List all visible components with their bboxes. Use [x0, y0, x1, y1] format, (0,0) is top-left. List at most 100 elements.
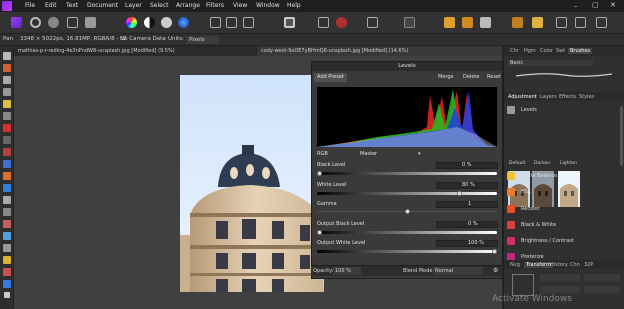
align-icon[interactable] [404, 17, 415, 28]
tab-swatches[interactable]: Swt [556, 48, 565, 54]
units-select[interactable]: Pixels [186, 36, 219, 44]
black-level-slider[interactable] [317, 172, 497, 175]
shape-tool-icon[interactable] [3, 268, 11, 276]
menu-arrange[interactable]: Arrange [176, 2, 200, 9]
gamma-knob[interactable] [405, 209, 410, 214]
output-white-slider[interactable] [317, 250, 497, 253]
gear-icon[interactable]: ⚙ [493, 267, 498, 274]
contrast-icon[interactable] [144, 17, 155, 28]
crop-tool-icon[interactable] [3, 76, 11, 84]
brush-options-icon[interactable] [336, 17, 347, 28]
tab-32p[interactable]: 32P [584, 262, 593, 268]
pen-tool-icon[interactable] [3, 256, 11, 264]
group-icon[interactable] [512, 17, 523, 28]
photo-persona-icon[interactable] [11, 17, 22, 28]
maximize-icon[interactable]: ▢ [592, 1, 599, 9]
tab-effects[interactable]: Effects [559, 94, 576, 100]
transform-icon[interactable] [243, 17, 254, 28]
tab-character[interactable]: Chr [510, 48, 519, 54]
chevron-down-icon[interactable]: ▾ [418, 151, 421, 157]
merge-button[interactable]: Merge [435, 73, 457, 82]
output-black-knob[interactable] [317, 230, 322, 235]
adjustment-white-balance[interactable]: White Balance [507, 168, 619, 184]
assistant-icon[interactable] [556, 17, 567, 28]
grid-icon[interactable] [210, 17, 221, 28]
adjustment-scrollbar[interactable] [620, 106, 623, 166]
settings-icon[interactable] [596, 17, 607, 28]
dodge-brush-icon[interactable] [3, 184, 11, 192]
auto-colors-icon[interactable] [178, 17, 189, 28]
black-level-knob[interactable] [317, 171, 322, 176]
tab-navigator[interactable]: Nvg [510, 262, 520, 268]
red-eye-tool-icon[interactable] [3, 244, 11, 252]
rectangle-tool-icon[interactable] [3, 280, 11, 288]
brush-category-select[interactable]: Basic [508, 60, 594, 66]
develop-persona-icon[interactable] [48, 17, 59, 28]
menu-filters[interactable]: Filters [206, 2, 224, 9]
menu-layer[interactable]: Layer [125, 2, 142, 9]
view-mode-icon[interactable] [575, 17, 586, 28]
output-black-field[interactable] [436, 221, 498, 228]
menu-file[interactable]: File [25, 2, 35, 9]
adjustment-brightness-contrast[interactable]: Brightness / Contrast [507, 233, 619, 249]
menu-document[interactable]: Document [87, 2, 118, 9]
ungroup-icon[interactable] [532, 17, 543, 28]
tab-document-2[interactable]: cody-west-9xOE7yBHmQ8-unsplash.jpg [Modi… [257, 46, 502, 56]
adjustment-recolor[interactable]: Recolor [507, 201, 619, 217]
liquify-persona-icon[interactable] [30, 17, 41, 28]
boolean-icon[interactable] [480, 17, 491, 28]
selection-mode-icon[interactable] [226, 17, 237, 28]
white-level-slider[interactable] [317, 192, 497, 195]
tab-color[interactable]: Color [540, 48, 553, 54]
inpainting-brush-icon[interactable] [3, 232, 11, 240]
selection-brush-icon[interactable] [3, 88, 11, 96]
snapping-icon[interactable] [367, 17, 378, 28]
opacity-field[interactable]: 100 % [333, 267, 361, 275]
clone-brush-icon[interactable] [3, 196, 11, 204]
flood-fill-icon[interactable] [3, 136, 11, 144]
tab-styles[interactable]: Styles [579, 94, 594, 100]
erase-brush-icon[interactable] [3, 172, 11, 180]
auto-levels-icon[interactable] [161, 17, 172, 28]
adjustment-black-white[interactable]: Black & White [507, 217, 619, 233]
menu-select[interactable]: Select [150, 2, 169, 9]
tab-brushes[interactable]: Brushes [568, 48, 593, 54]
export-persona-icon[interactable] [85, 17, 96, 28]
color-space-select[interactable]: RGB [317, 151, 328, 157]
view-tool-icon[interactable] [3, 52, 11, 60]
channel-select[interactable]: Master [360, 151, 387, 157]
transform-y-field[interactable] [584, 274, 620, 281]
tab-layers[interactable]: Layers [540, 94, 557, 100]
freehand-select-icon[interactable] [3, 124, 11, 132]
color-wheel-icon[interactable] [126, 17, 137, 28]
menu-help[interactable]: Help [287, 2, 301, 9]
transform-w-field[interactable] [540, 286, 580, 293]
tab-histogram[interactable]: Hgm [524, 48, 536, 54]
menu-text[interactable]: Text [66, 2, 78, 9]
paint-brush-icon[interactable] [3, 148, 11, 156]
delete-button[interactable]: Delete [460, 73, 482, 82]
tab-adjustment[interactable]: Adjustment [508, 94, 537, 100]
app-logo-icon[interactable] [2, 1, 12, 11]
color-replace-icon[interactable] [3, 160, 11, 168]
refine-icon[interactable] [318, 17, 329, 28]
transform-x-field[interactable] [540, 274, 580, 281]
document-image[interactable] [180, 75, 324, 292]
tab-channels[interactable]: Chn [570, 262, 580, 268]
output-black-slider[interactable] [317, 231, 497, 234]
transform-anchor-grid[interactable] [512, 274, 534, 296]
transform-h-field[interactable] [584, 286, 620, 293]
menu-view[interactable]: View [233, 2, 247, 9]
tone-mapping-icon[interactable] [67, 17, 78, 28]
flood-select-icon[interactable] [3, 100, 11, 108]
marquee-tool-icon[interactable] [3, 112, 11, 120]
close-icon[interactable]: ✕ [610, 1, 616, 9]
adjustment-hsl[interactable]: HSL [507, 184, 619, 200]
white-level-knob[interactable] [457, 191, 462, 196]
arrange-front-icon[interactable] [444, 17, 455, 28]
smudge-brush-icon[interactable] [3, 220, 11, 228]
menu-window[interactable]: Window [256, 2, 280, 9]
menu-edit[interactable]: Edit [45, 2, 57, 9]
minimize-icon[interactable]: – [574, 2, 578, 10]
tab-document-1[interactable]: mathias-p-r-reding-4e3nPndW8-unsplash.jp… [14, 46, 256, 56]
